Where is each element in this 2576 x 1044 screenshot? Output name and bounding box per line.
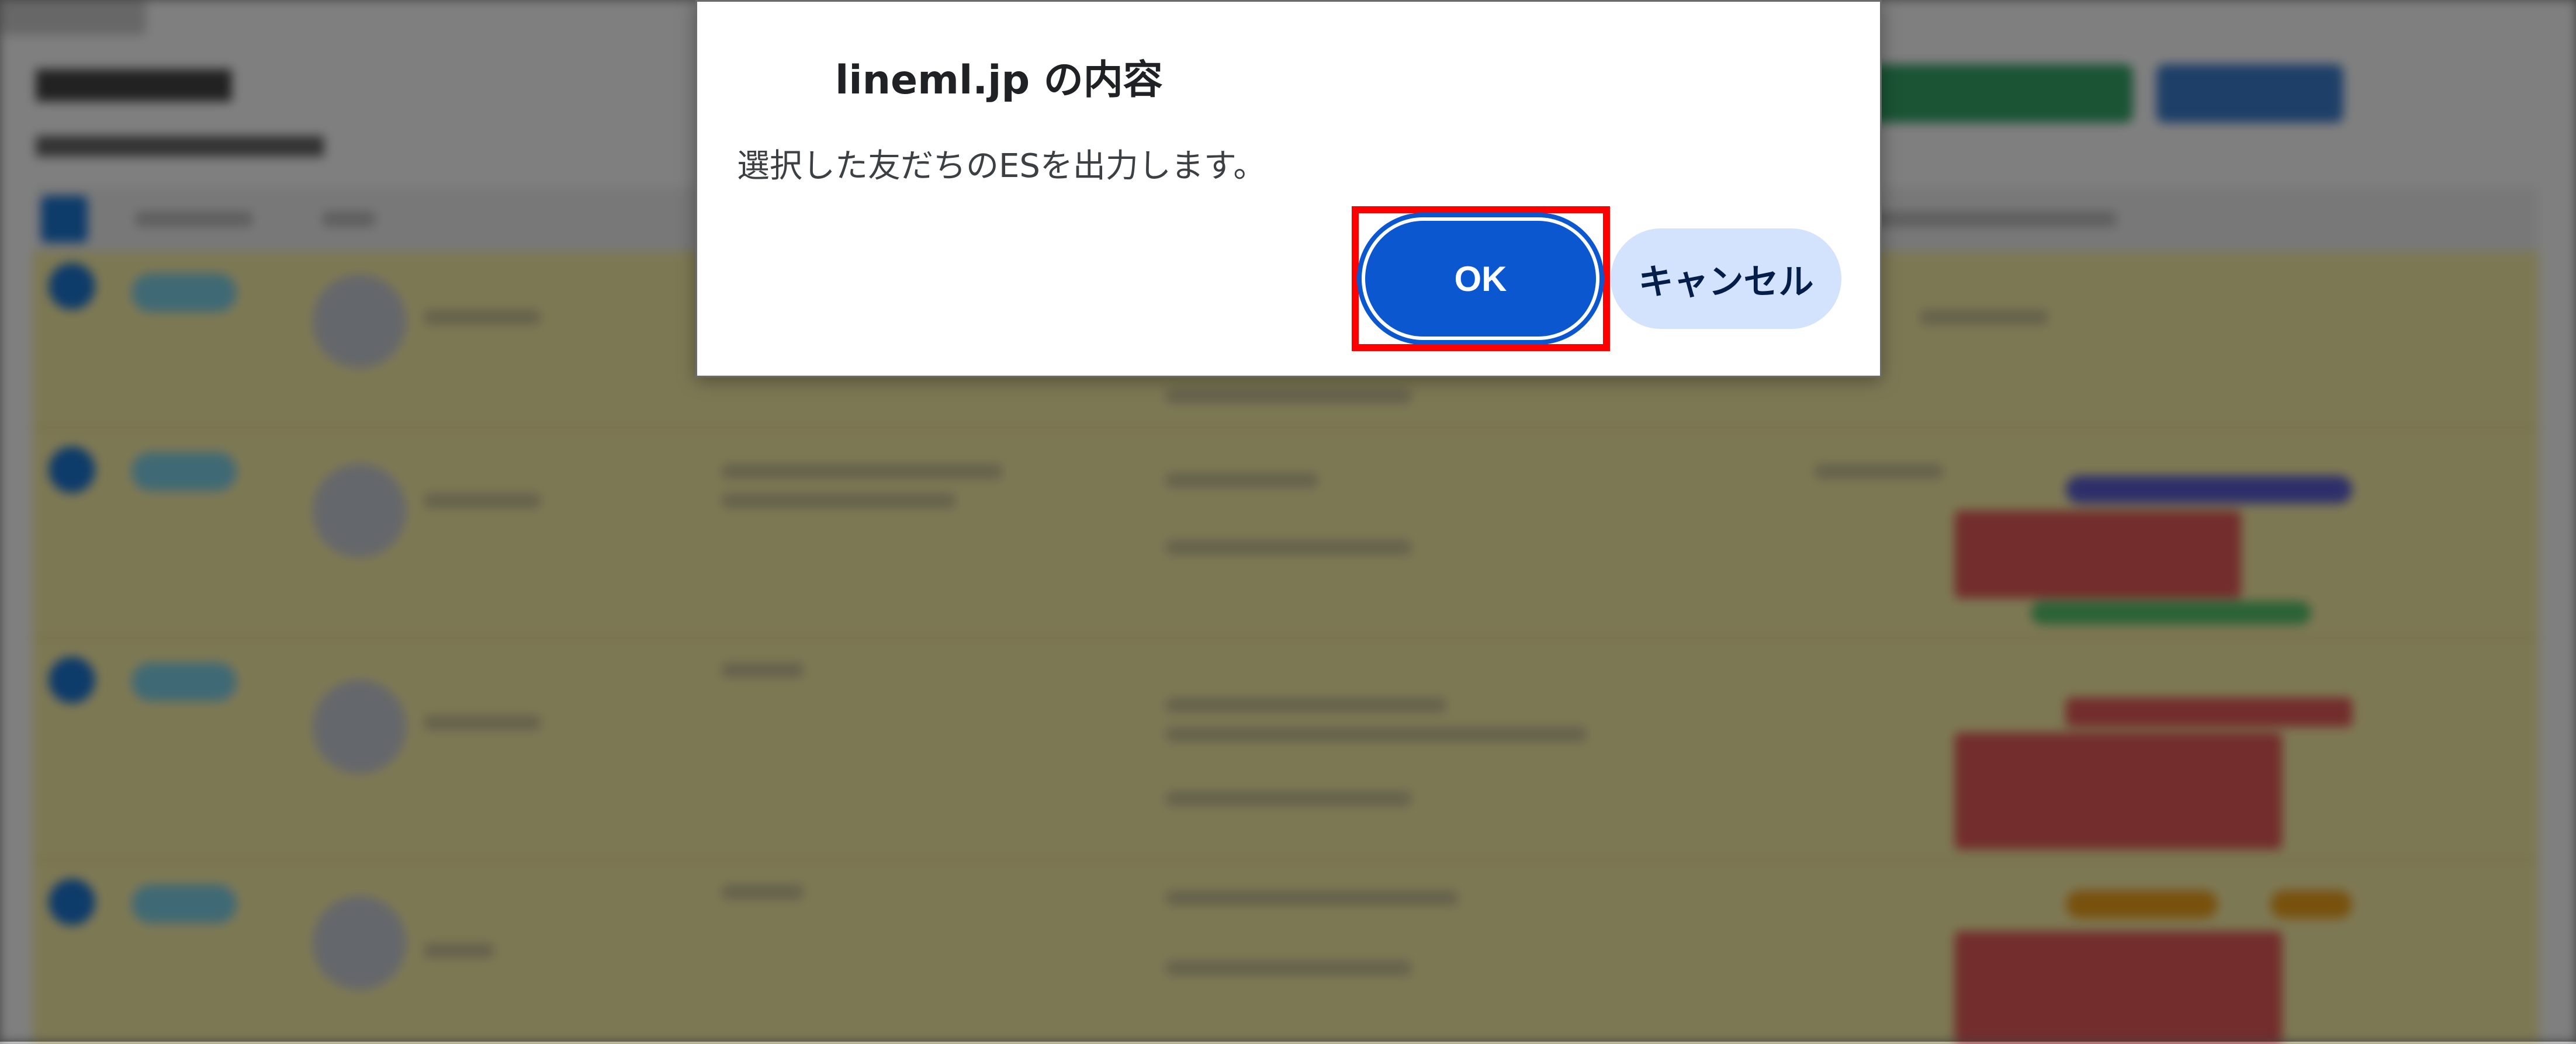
confirm-dialog: lineml.jp の内容 選択した友だちのESを出力します。 OK キャンセル (695, 0, 1882, 377)
ok-button[interactable]: OK (1365, 221, 1596, 337)
dialog-title: lineml.jp の内容 (835, 57, 1163, 103)
dialog-message: 選択した友だちのESを出力します。 (737, 147, 1266, 185)
cancel-button[interactable]: キャンセル (1611, 228, 1841, 329)
